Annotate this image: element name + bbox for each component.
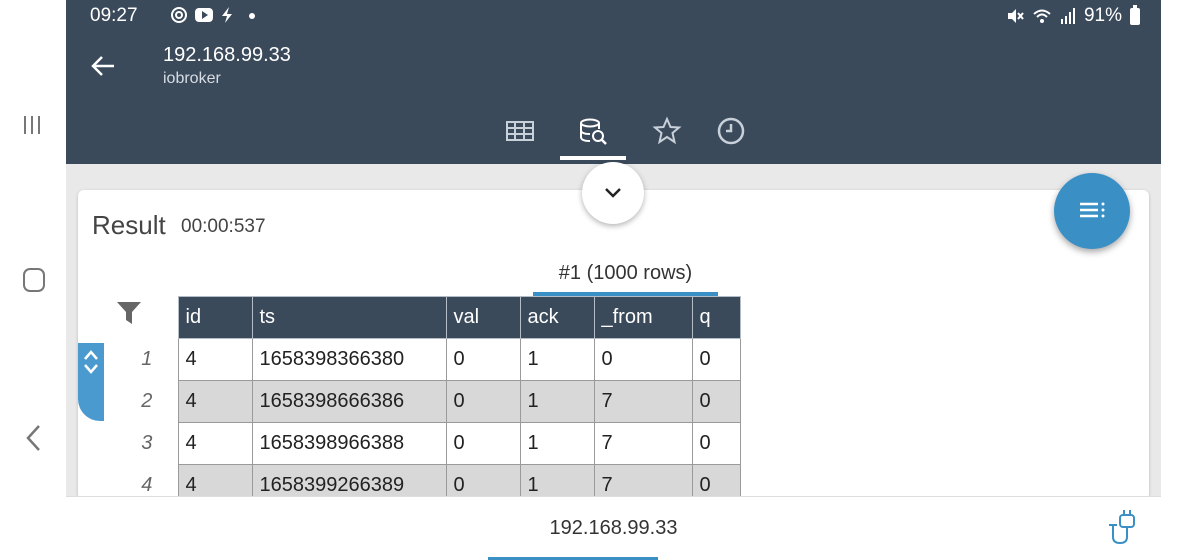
signal-icon (1060, 8, 1075, 24)
cell-ts: 1658399266389 (251, 464, 447, 500)
youtube-icon (195, 8, 213, 22)
result-tab[interactable]: #1 (1000 rows) (533, 262, 718, 285)
collapse-button[interactable] (582, 162, 644, 224)
cell-val: 0 (445, 422, 521, 465)
cell-ts: 1658398366380 (251, 338, 447, 381)
recents-icon[interactable] (24, 116, 44, 136)
wifi-icon (1033, 9, 1051, 23)
tab-table[interactable] (496, 108, 542, 154)
page-title: 192.168.99.33 (163, 44, 291, 66)
home-icon[interactable] (23, 268, 45, 292)
row-number: 2 (141, 390, 153, 412)
table-row[interactable]: 3 4 1658398966388 0 1 7 0 (116, 422, 741, 465)
bottom-bar: 192.168.99.33 (66, 496, 1161, 560)
app-window: 09:27 91% 192.168.99.33 iobroker Result … (66, 0, 1161, 560)
cell-ack: 1 (519, 464, 595, 500)
mute-icon (1007, 9, 1024, 23)
back-nav-icon[interactable] (24, 424, 44, 452)
table-icon (506, 121, 534, 141)
right-edge (1161, 0, 1200, 560)
column-header-val[interactable]: val (445, 296, 521, 339)
column-header-q[interactable]: q (691, 296, 741, 339)
cell-id: 4 (177, 380, 253, 423)
cell-ack: 1 (519, 338, 595, 381)
result-time: 00:00:537 (181, 216, 266, 237)
cell-id: 4 (177, 338, 253, 381)
column-header-from[interactable]: _from (593, 296, 693, 339)
cell-from: 7 (593, 422, 693, 465)
dot-icon (249, 13, 255, 19)
cell-q: 0 (691, 464, 741, 500)
result-card: Result 00:00:537 #1 (1000 rows) id ts va… (78, 190, 1149, 500)
view-tabs (496, 108, 754, 160)
system-nav-bar (0, 0, 66, 560)
tab-history[interactable] (708, 108, 754, 154)
plug-icon[interactable] (1106, 509, 1138, 549)
cell-ts: 1658398666386 (251, 380, 447, 423)
cell-q: 0 (691, 422, 741, 465)
status-time: 09:27 (90, 5, 138, 26)
cell-val: 0 (445, 380, 521, 423)
cell-val: 0 (445, 464, 521, 500)
table-row[interactable]: 2 4 1658398666386 0 1 7 0 (116, 380, 741, 423)
at-icon (171, 7, 187, 23)
clock-icon (717, 117, 745, 145)
row-selector-handle[interactable] (78, 343, 104, 421)
cell-ack: 1 (519, 380, 595, 423)
cell-id: 4 (177, 464, 253, 500)
chevron-down-icon (605, 188, 621, 198)
column-header-id[interactable]: id (177, 296, 253, 339)
cell-ack: 1 (519, 422, 595, 465)
bottom-connection-title[interactable]: 192.168.99.33 (66, 517, 1161, 540)
cell-from: 7 (593, 380, 693, 423)
cell-q: 0 (691, 380, 741, 423)
back-arrow-icon[interactable] (90, 52, 118, 80)
cell-from: 0 (593, 338, 693, 381)
expand-collapse-icon (80, 345, 102, 379)
cell-val: 0 (445, 338, 521, 381)
column-header-ack[interactable]: ack (519, 296, 595, 339)
database-search-icon (580, 118, 607, 145)
cell-from: 7 (593, 464, 693, 500)
star-icon (652, 116, 682, 145)
row-number: 1 (141, 348, 153, 370)
cell-id: 4 (177, 422, 253, 465)
app-header: 09:27 91% 192.168.99.33 iobroker (66, 0, 1161, 164)
table-row[interactable]: 1 4 1658398366380 0 1 0 0 (116, 338, 741, 381)
page-subtitle: iobroker (163, 70, 221, 87)
status-bar: 09:27 91% (90, 4, 1140, 29)
battery-percent: 91% (1083, 5, 1122, 26)
notification-icons (170, 6, 260, 24)
row-number: 4 (141, 474, 153, 496)
list-icon (1080, 202, 1105, 218)
cell-ts: 1658398966388 (251, 422, 447, 465)
tab-query[interactable] (560, 108, 626, 160)
menu-fab[interactable] (1054, 173, 1130, 249)
rownum-header (116, 297, 178, 339)
result-label: Result (92, 210, 166, 240)
system-status-icons: 91% (1006, 4, 1140, 27)
tab-favorites[interactable] (644, 108, 690, 154)
table-header-row: id ts val ack _from q (116, 296, 741, 339)
row-number: 3 (141, 432, 153, 454)
cell-q: 0 (691, 338, 741, 381)
battery-icon (1130, 4, 1140, 25)
table-row[interactable]: 4 4 1658399266389 0 1 7 0 (116, 464, 741, 500)
column-header-ts[interactable]: ts (251, 296, 447, 339)
bolt-icon (222, 7, 232, 23)
result-table: id ts val ack _from q 1 4 1658398366380 … (116, 296, 741, 500)
